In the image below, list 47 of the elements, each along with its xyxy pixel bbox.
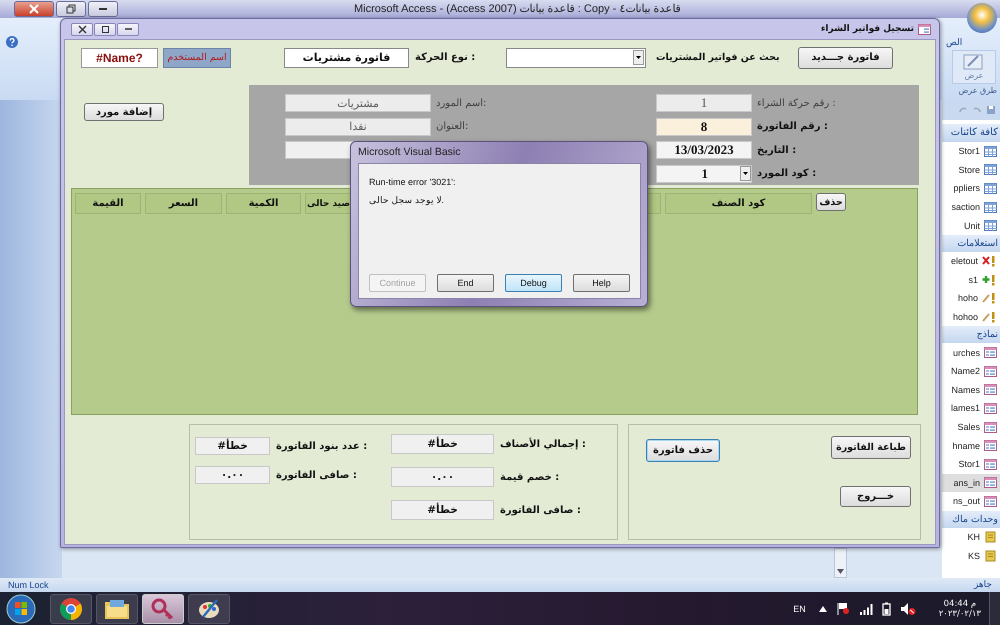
nav-item-label: ans_in bbox=[953, 478, 980, 488]
column-header: السعر bbox=[145, 193, 222, 214]
nav-item-label: Stor1 bbox=[958, 146, 980, 156]
column-header: القيمة bbox=[75, 193, 141, 214]
dialog-title: Microsoft Visual Basic bbox=[358, 145, 462, 160]
nav-item-label: urches bbox=[952, 348, 980, 358]
field-label: التاريخ : bbox=[757, 144, 796, 156]
field-label: اسم المورد: bbox=[436, 98, 486, 108]
error-message: لا يوجد سجل حالى. bbox=[369, 195, 446, 205]
total-label: صافى الفاتورة : bbox=[276, 470, 357, 480]
nav-item-label: KS bbox=[968, 550, 980, 561]
nav-item-label: Store bbox=[958, 164, 980, 175]
column-header: كود الصنف bbox=[665, 193, 812, 214]
total-label: إجمالي الأصناف : bbox=[500, 438, 586, 450]
clock-time: م 04:44 bbox=[944, 598, 976, 608]
field-label: رقم الفاتورة : bbox=[757, 121, 828, 132]
nav-item-label: eletout bbox=[950, 256, 978, 266]
column-header: الكمية bbox=[226, 193, 301, 214]
movement-type-label: نوع الحركة : bbox=[415, 52, 476, 63]
nav-item-label: ns_out bbox=[952, 496, 980, 506]
nav-item-label: hohoo bbox=[952, 312, 978, 322]
total-label: صافى الفاتورة : bbox=[500, 504, 581, 516]
nav-item-label: KH bbox=[967, 532, 980, 542]
nav-item-label: Sales bbox=[957, 422, 980, 432]
nav-item-label: Stor1 bbox=[958, 459, 980, 470]
form-title: تسجيل فواتير الشراء bbox=[820, 24, 914, 34]
status-text: جاهز bbox=[974, 580, 992, 590]
ribbon-group-label: طرق عرض bbox=[958, 86, 997, 95]
field-label: رقم حركة الشراء : bbox=[757, 98, 836, 108]
nav-item-label: Name2 bbox=[950, 366, 980, 376]
user-label: اسم المستخدم bbox=[163, 48, 231, 68]
window-title: Microsoft Access - (Access 2007) قاعدة بيانات : Copy - قاعدة بيانات٤ bbox=[354, 2, 680, 15]
total-label: عدد بنود الفاتورة : bbox=[276, 440, 368, 452]
nav-item-label: hoho bbox=[958, 293, 978, 304]
nav-item-label: hname bbox=[952, 440, 980, 451]
status-text: Num Lock bbox=[8, 580, 49, 590]
total-label: خصم قيمة : bbox=[500, 472, 560, 482]
field-label: كود المورد : bbox=[757, 168, 816, 179]
nav-item-label: Names bbox=[951, 384, 980, 395]
nav-item-label: saction bbox=[951, 202, 980, 212]
clock-date: ٢٠٢٣/٠٢/١٣ bbox=[938, 608, 981, 618]
nav-item-label: ppliers bbox=[953, 183, 980, 194]
nav-item-label: Unit bbox=[964, 220, 980, 231]
nav-item-label: s1 bbox=[968, 274, 978, 285]
error-message: Run-time error '3021': bbox=[369, 177, 456, 187]
field-label: العنوان: bbox=[436, 121, 468, 132]
nav-item-label: lames1 bbox=[950, 403, 980, 414]
